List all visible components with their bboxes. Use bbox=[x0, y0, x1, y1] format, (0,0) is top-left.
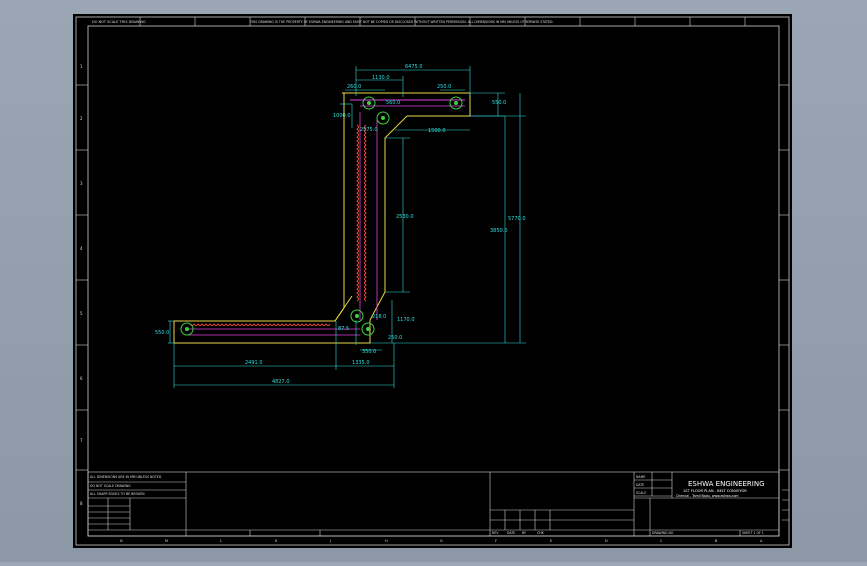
note-3: ALL SHARP EDGES TO BE BROKEN bbox=[90, 492, 145, 496]
label-scale: SCALE bbox=[636, 491, 646, 495]
rev-cell-1: REV bbox=[492, 531, 499, 535]
dim-small-a: 87.5 bbox=[338, 326, 349, 332]
dim-inclined: 2575.0 bbox=[360, 127, 378, 133]
sheet-no: SHEET 1 OF 1 bbox=[742, 531, 764, 535]
note-1: ALL DIMENSIONS ARE IN MM UNLESS NOTED bbox=[90, 475, 162, 479]
svg-text:H: H bbox=[385, 539, 388, 543]
dim-top-segment: 1130.0 bbox=[372, 75, 390, 81]
top-note: THIS DRAWING IS THE PROPERTY OF ESHWA EN… bbox=[249, 20, 553, 24]
rev-cell-3: BY bbox=[522, 531, 526, 535]
rev-cell-2: DATE bbox=[507, 531, 515, 535]
top-left-note: DO NOT SCALE THIS DRAWING bbox=[92, 20, 146, 24]
dim-mid-small: 560.0 bbox=[386, 100, 400, 106]
svg-text:N: N bbox=[120, 539, 123, 543]
svg-text:G: G bbox=[440, 539, 443, 543]
svg-text:J: J bbox=[329, 539, 331, 543]
dim-small-d: 350.0 bbox=[362, 349, 376, 355]
dim-lower-top: 1500.0 bbox=[428, 128, 446, 134]
dim-small-c: 250.0 bbox=[388, 335, 402, 341]
dim-vertical-mid: 2530.0 bbox=[396, 214, 414, 220]
svg-text:M: M bbox=[165, 539, 168, 543]
cad-drawing-canvas[interactable]: DO NOT SCALE THIS DRAWING THIS DRAWING I… bbox=[0, 0, 867, 562]
dim-overall-width: 6475.0 bbox=[405, 64, 423, 70]
dim-vertical-total: 5770.0 bbox=[508, 216, 526, 222]
note-2: DO NOT SCALE DRAWING bbox=[90, 484, 131, 488]
label-name: NAME bbox=[636, 475, 645, 479]
cad-viewport[interactable]: DO NOT SCALE THIS DRAWING THIS DRAWING I… bbox=[0, 0, 867, 562]
dim-top-left-small: 260.0 bbox=[347, 84, 361, 90]
dim-bottom-overall: 4827.0 bbox=[272, 379, 290, 385]
svg-text:L: L bbox=[220, 539, 222, 543]
svg-text:E: E bbox=[550, 539, 552, 543]
dim-bottom-offset: 1170.0 bbox=[397, 317, 415, 323]
dim-small-b: 218.0 bbox=[372, 314, 386, 320]
dim-top-right-small: 250.0 bbox=[437, 84, 451, 90]
dim-left-height: 550.0 bbox=[155, 330, 169, 336]
svg-text:F: F bbox=[495, 539, 497, 543]
dim-vertical-inner: 3850.0 bbox=[490, 228, 508, 234]
dim-top-right-height: 550.0 bbox=[492, 100, 506, 106]
dim-left-side: 1000.0 bbox=[333, 113, 351, 119]
dim-bottom-length: 2491.0 bbox=[245, 360, 263, 366]
company-name: ESHWA ENGINEERING bbox=[688, 480, 765, 488]
address-line: Chennai - Tamil Nadu, www.eshwa.com bbox=[676, 494, 739, 498]
rev-cell-4: CHK bbox=[537, 531, 545, 535]
drawing-no-label: DRAWING NO bbox=[652, 531, 674, 535]
project-line: 1ST FLOOR PLAN - BELT CONVEYOR bbox=[683, 489, 747, 493]
dim-bottom-short: 1335.0 bbox=[352, 360, 370, 366]
label-date: DATE bbox=[636, 483, 644, 487]
drawing-sheet bbox=[73, 14, 792, 548]
svg-text:D: D bbox=[605, 539, 608, 543]
